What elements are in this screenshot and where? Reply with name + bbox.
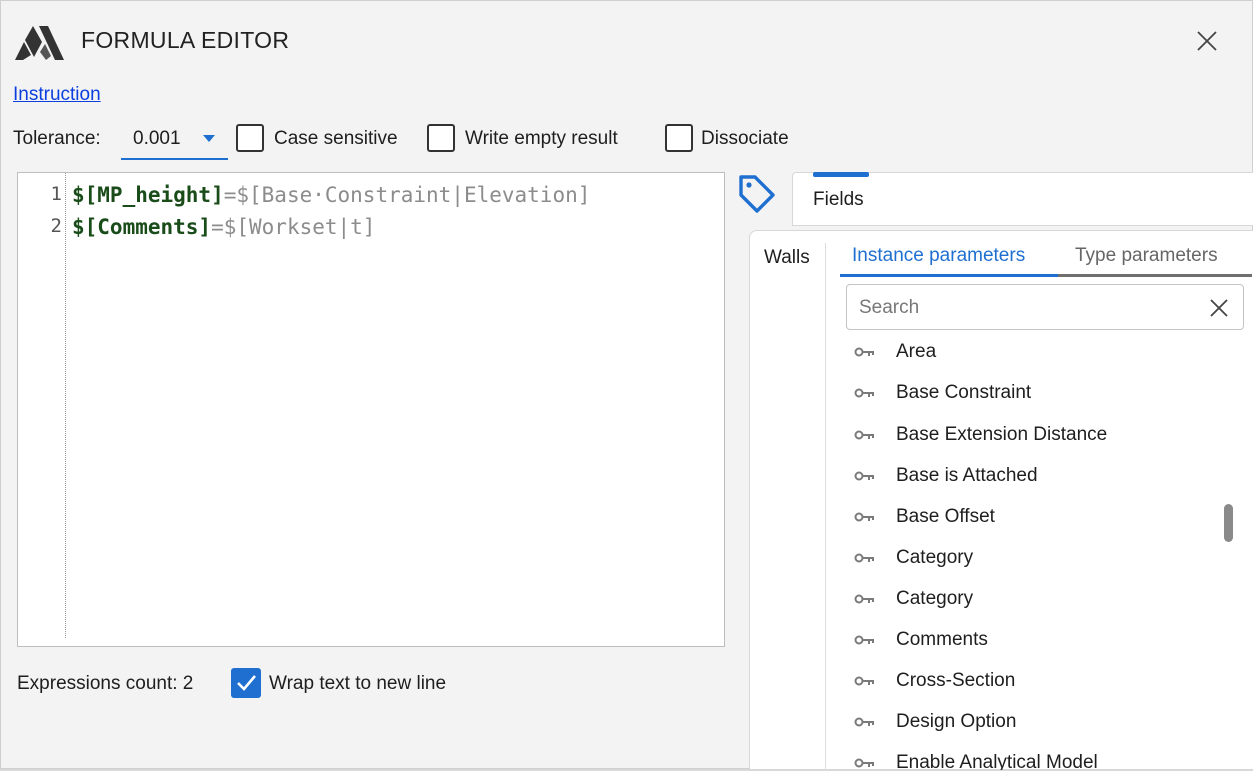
expressions-count: Expressions count: 2 [17,673,194,694]
formula-code-editor[interactable]: 1 2 $[MP_height]=$[Base·Constraint|Eleva… [17,172,725,647]
walls-panel: Walls Instance parameters Type parameter… [749,230,1253,771]
key-icon [854,758,874,768]
active-tab-indicator [840,274,1058,277]
close-button[interactable] [1181,19,1233,63]
param-label: Category [896,588,974,609]
tolerance-dropdown[interactable]: 0.001 [121,122,228,160]
formula-editor-window: FORMULA EDITOR Instruction Tolerance: 0.… [0,0,1253,771]
list-item[interactable]: Cross-Section [846,661,1226,701]
dissociate-label: Dissociate [701,128,789,149]
key-icon [854,594,874,604]
key-icon [854,347,874,357]
param-label: Comments [896,629,988,650]
expression: $[Workset|t] [223,215,376,239]
parameter-list: Area Base Constraint Base Extension Dist… [846,332,1226,770]
target-field: $[MP_height] [72,183,224,207]
key-icon [854,676,874,686]
target-field: $[Comments] [72,215,212,239]
list-item[interactable]: Category [846,579,1226,619]
param-label: Category [896,547,974,568]
key-icon [854,471,874,481]
gutter-divider [65,173,66,638]
key-icon [854,553,874,563]
instruction-link[interactable]: Instruction [13,84,101,106]
tag-icon[interactable] [737,173,777,215]
chevron-down-icon [203,135,215,142]
tolerance-label: Tolerance: [13,128,101,149]
fields-panel: Fields [792,172,1253,226]
param-label: Area [896,341,937,362]
expression: $[Base·Constraint|Elevation] [236,183,591,207]
tab-type-parameters[interactable]: Type parameters [1075,245,1218,267]
parameter-search-box [846,284,1244,330]
window-title: FORMULA EDITOR [81,27,290,53]
code-line: $[Comments]=$[Workset|t] [72,215,590,247]
close-icon [1197,31,1217,51]
category-divider [825,243,826,771]
list-item[interactable]: Base Offset [846,497,1226,537]
param-label: Cross-Section [896,670,1016,691]
key-icon [854,717,874,727]
category-tab-walls[interactable]: Walls [764,247,810,269]
param-label: Base Constraint [896,382,1032,403]
tolerance-value: 0.001 [133,128,181,149]
param-label: Base Offset [896,506,995,527]
title-bar: FORMULA EDITOR [1,1,1253,81]
line-number: 1 [50,183,62,205]
write-empty-result-checkbox[interactable] [427,124,455,152]
key-icon [854,512,874,522]
app-logo-icon [15,26,64,60]
operator: = [223,183,237,207]
fields-title: Fields [813,189,864,210]
case-sensitive-label: Case sensitive [274,128,398,149]
clear-search-button[interactable] [1205,294,1233,322]
param-label: Enable Analytical Model [896,752,1098,770]
list-item[interactable]: Comments [846,620,1226,660]
wrap-text-label: Wrap text to new line [269,673,447,694]
case-sensitive-checkbox[interactable] [236,124,264,152]
list-item[interactable]: Design Option [846,702,1226,742]
line-number: 2 [50,215,62,237]
key-icon [854,635,874,645]
wrap-text-checkbox[interactable] [231,668,261,698]
code-area[interactable]: $[MP_height]=$[Base·Constraint|Elevation… [72,183,590,247]
list-item[interactable]: Base is Attached [846,456,1226,496]
code-line: $[MP_height]=$[Base·Constraint|Elevation… [72,183,590,215]
parameter-tabs: Instance parameters Type parameters [840,241,1252,277]
key-icon [854,388,874,398]
key-icon [854,430,874,440]
checkmark-icon [237,675,256,691]
list-item[interactable]: Category [846,538,1226,578]
fields-accent-bar [813,172,869,177]
param-label: Base Extension Distance [896,424,1108,445]
list-item[interactable]: Base Extension Distance [846,415,1226,455]
list-item[interactable]: Base Constraint [846,373,1226,413]
list-item[interactable]: Enable Analytical Model [846,743,1226,770]
line-number-gutter: 1 2 [18,183,66,247]
search-input[interactable] [857,293,1191,323]
dissociate-checkbox[interactable] [665,124,693,152]
operator: = [211,215,224,239]
param-label: Base is Attached [896,465,1038,486]
write-empty-result-label: Write empty result [465,128,618,149]
tab-instance-parameters[interactable]: Instance parameters [852,245,1025,267]
param-label: Design Option [896,711,1017,732]
list-scrollbar-thumb[interactable] [1224,504,1233,542]
list-item[interactable]: Area [846,332,1226,372]
close-icon [1210,299,1228,317]
